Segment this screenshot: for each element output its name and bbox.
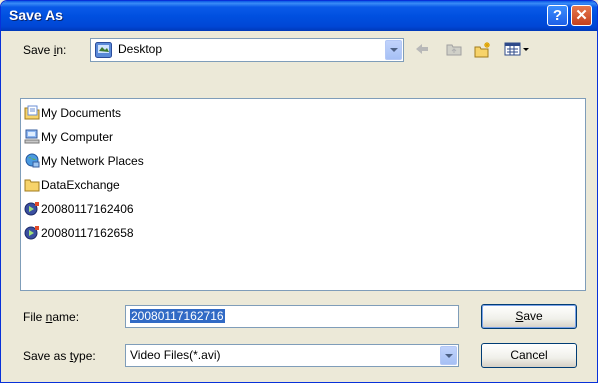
my-documents-icon xyxy=(24,105,40,120)
save-in-label: Save in: xyxy=(23,43,67,57)
view-menu-icon[interactable] xyxy=(504,41,534,59)
list-item[interactable]: 20080117162658 xyxy=(24,224,134,242)
list-item[interactable]: My Documents xyxy=(24,104,121,122)
folder-icon xyxy=(24,177,40,192)
back-icon[interactable] xyxy=(413,41,431,59)
up-one-level-icon[interactable] xyxy=(445,41,463,59)
my-computer-icon xyxy=(24,129,40,144)
media-file-icon xyxy=(24,201,40,216)
list-item[interactable]: DataExchange xyxy=(24,176,120,194)
save-as-type-dropdown[interactable]: Video Files(*.avi) xyxy=(125,344,459,367)
save-as-type-label: Save as type: xyxy=(23,349,96,363)
chevron-down-icon[interactable] xyxy=(385,40,402,60)
list-item[interactable]: My Computer xyxy=(24,128,113,146)
save-in-value: Desktop xyxy=(118,42,163,56)
question-mark-icon: ? xyxy=(552,7,563,24)
file-list[interactable]: My Documents My Computer My Network Plac… xyxy=(20,98,586,291)
help-button[interactable]: ? xyxy=(547,5,568,26)
file-name-input[interactable]: 20080117162716 xyxy=(125,305,459,328)
save-as-type-value: Video Files(*.avi) xyxy=(130,348,221,362)
new-folder-icon[interactable] xyxy=(474,41,492,59)
desktop-icon xyxy=(95,42,112,61)
cancel-button[interactable]: Cancel xyxy=(481,343,577,368)
network-places-icon xyxy=(24,153,40,168)
save-as-dialog: Save As ? ✕ Save in: Desktop My Document… xyxy=(0,0,598,383)
close-icon: ✕ xyxy=(575,7,588,24)
close-button[interactable]: ✕ xyxy=(571,5,592,26)
chevron-down-icon[interactable] xyxy=(440,346,457,365)
media-file-icon xyxy=(24,225,40,240)
window-title: Save As xyxy=(9,7,63,23)
save-button[interactable]: Save xyxy=(481,304,577,329)
title-bar[interactable]: Save As ? ✕ xyxy=(1,1,597,31)
list-item[interactable]: 20080117162406 xyxy=(24,200,134,218)
file-name-value: 20080117162716 xyxy=(130,309,225,323)
save-in-dropdown[interactable]: Desktop xyxy=(90,38,404,62)
file-name-label: File name: xyxy=(23,310,80,324)
list-item[interactable]: My Network Places xyxy=(24,152,144,170)
